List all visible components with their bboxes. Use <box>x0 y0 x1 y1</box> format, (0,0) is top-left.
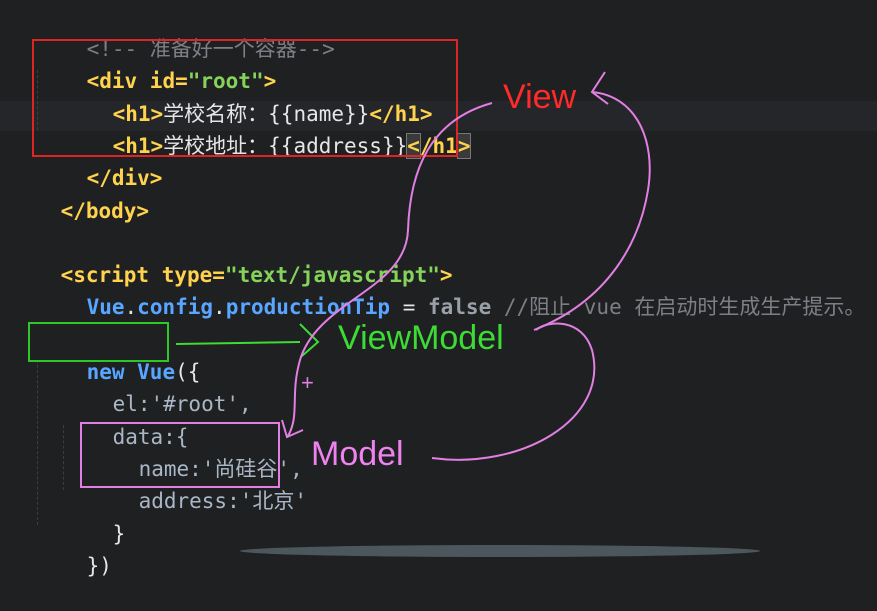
plus-mark: + <box>301 370 314 395</box>
viewmodel-arrow <box>175 341 301 345</box>
viewmodel-to-view-curve <box>533 91 651 331</box>
bottom-edge-shadow <box>240 545 760 557</box>
view-arrow-head <box>590 71 609 105</box>
close-paren: }) <box>86 554 112 578</box>
viewmodel-label: ViewModel <box>338 319 504 357</box>
annotation-strokes <box>175 71 651 461</box>
view-to-model-curve <box>287 102 493 437</box>
model-label: Model <box>311 435 404 473</box>
view-label: View <box>503 78 577 116</box>
